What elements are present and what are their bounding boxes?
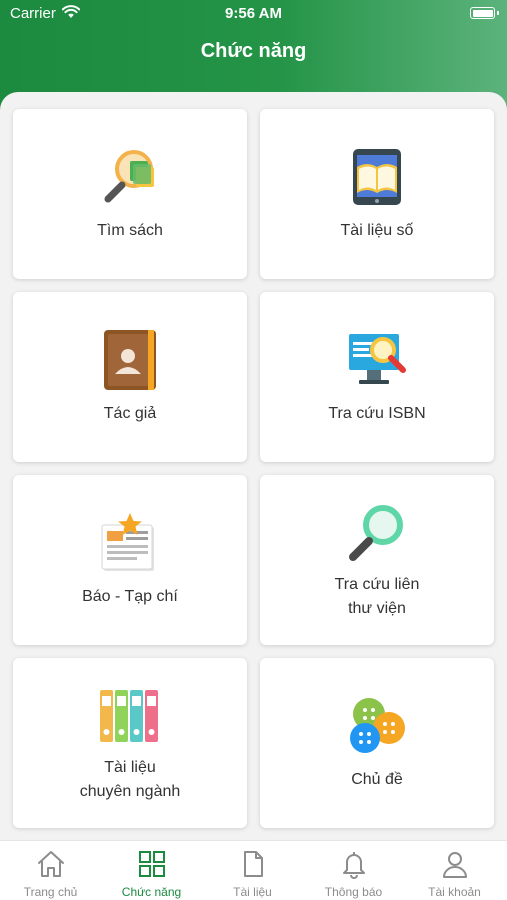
feature-card-find-books[interactable]: Tìm sách xyxy=(13,109,247,279)
author-contact-book-icon xyxy=(104,330,156,390)
feature-card-newspapers[interactable]: Báo - Tạp chí xyxy=(13,475,247,645)
tab-label: Tài khoản xyxy=(428,885,481,899)
tab-notifications[interactable]: Thông báo xyxy=(303,841,404,900)
feature-card-specialized-documents[interactable]: Tài liệu chuyên ngành xyxy=(13,658,247,828)
tab-features[interactable]: Chức năng xyxy=(101,841,202,900)
book-search-icon xyxy=(104,150,154,203)
page-title: Chức năng xyxy=(200,40,307,62)
digital-document-icon xyxy=(353,149,401,205)
tab-label: Chức năng xyxy=(121,885,182,899)
feature-card-isbn-lookup[interactable]: Tra cứu ISBN xyxy=(260,292,494,462)
tab-documents[interactable]: Tài liệu xyxy=(202,841,303,900)
clock: 9:56 AM xyxy=(225,5,282,22)
tab-label: Trang chủ xyxy=(23,885,78,899)
tab-bar: Trang chủ Chức năng Tài liệu Thông báo T… xyxy=(0,840,507,900)
status-bar: Carrier 9:56 AM xyxy=(0,0,507,28)
tab-label: Tài liệu xyxy=(233,885,272,899)
feature-grid: Tìm sách Tài liệu số Tác giả Tra cứu ISB… xyxy=(0,92,507,840)
battery-icon xyxy=(470,7,499,19)
binders-icon xyxy=(100,690,158,742)
magnifier-icon xyxy=(349,505,403,561)
feature-label: Báo - Tạp chí xyxy=(82,588,178,605)
feature-label: Chủ đề xyxy=(351,771,403,788)
feature-label: Tài liệu số xyxy=(340,222,414,239)
tab-account[interactable]: Tài khoản xyxy=(404,841,505,900)
feature-card-digital-documents[interactable]: Tài liệu số xyxy=(260,109,494,279)
feature-label: Tài liệu chuyên ngành xyxy=(79,759,181,800)
home-icon xyxy=(38,851,64,877)
feature-card-author[interactable]: Tác giả xyxy=(13,292,247,462)
newspaper-icon xyxy=(101,513,154,571)
feature-label: Tác giả xyxy=(103,405,157,422)
isbn-lookup-monitor-icon xyxy=(349,334,406,384)
bell-icon xyxy=(343,852,365,879)
grid-icon xyxy=(139,851,165,877)
buttons-icon xyxy=(350,698,405,753)
feature-card-interlibrary-lookup[interactable]: Tra cứu liên thư viện xyxy=(260,475,494,645)
document-icon xyxy=(244,851,263,877)
tab-home[interactable]: Trang chủ xyxy=(0,841,101,900)
user-icon xyxy=(443,852,467,878)
feature-label: Tra cứu liên thư viện xyxy=(334,576,420,617)
feature-card-topics[interactable]: Chủ đề xyxy=(260,658,494,828)
feature-label: Tra cứu ISBN xyxy=(328,405,426,422)
feature-label: Tìm sách xyxy=(97,222,163,239)
tab-label: Thông báo xyxy=(324,885,383,899)
